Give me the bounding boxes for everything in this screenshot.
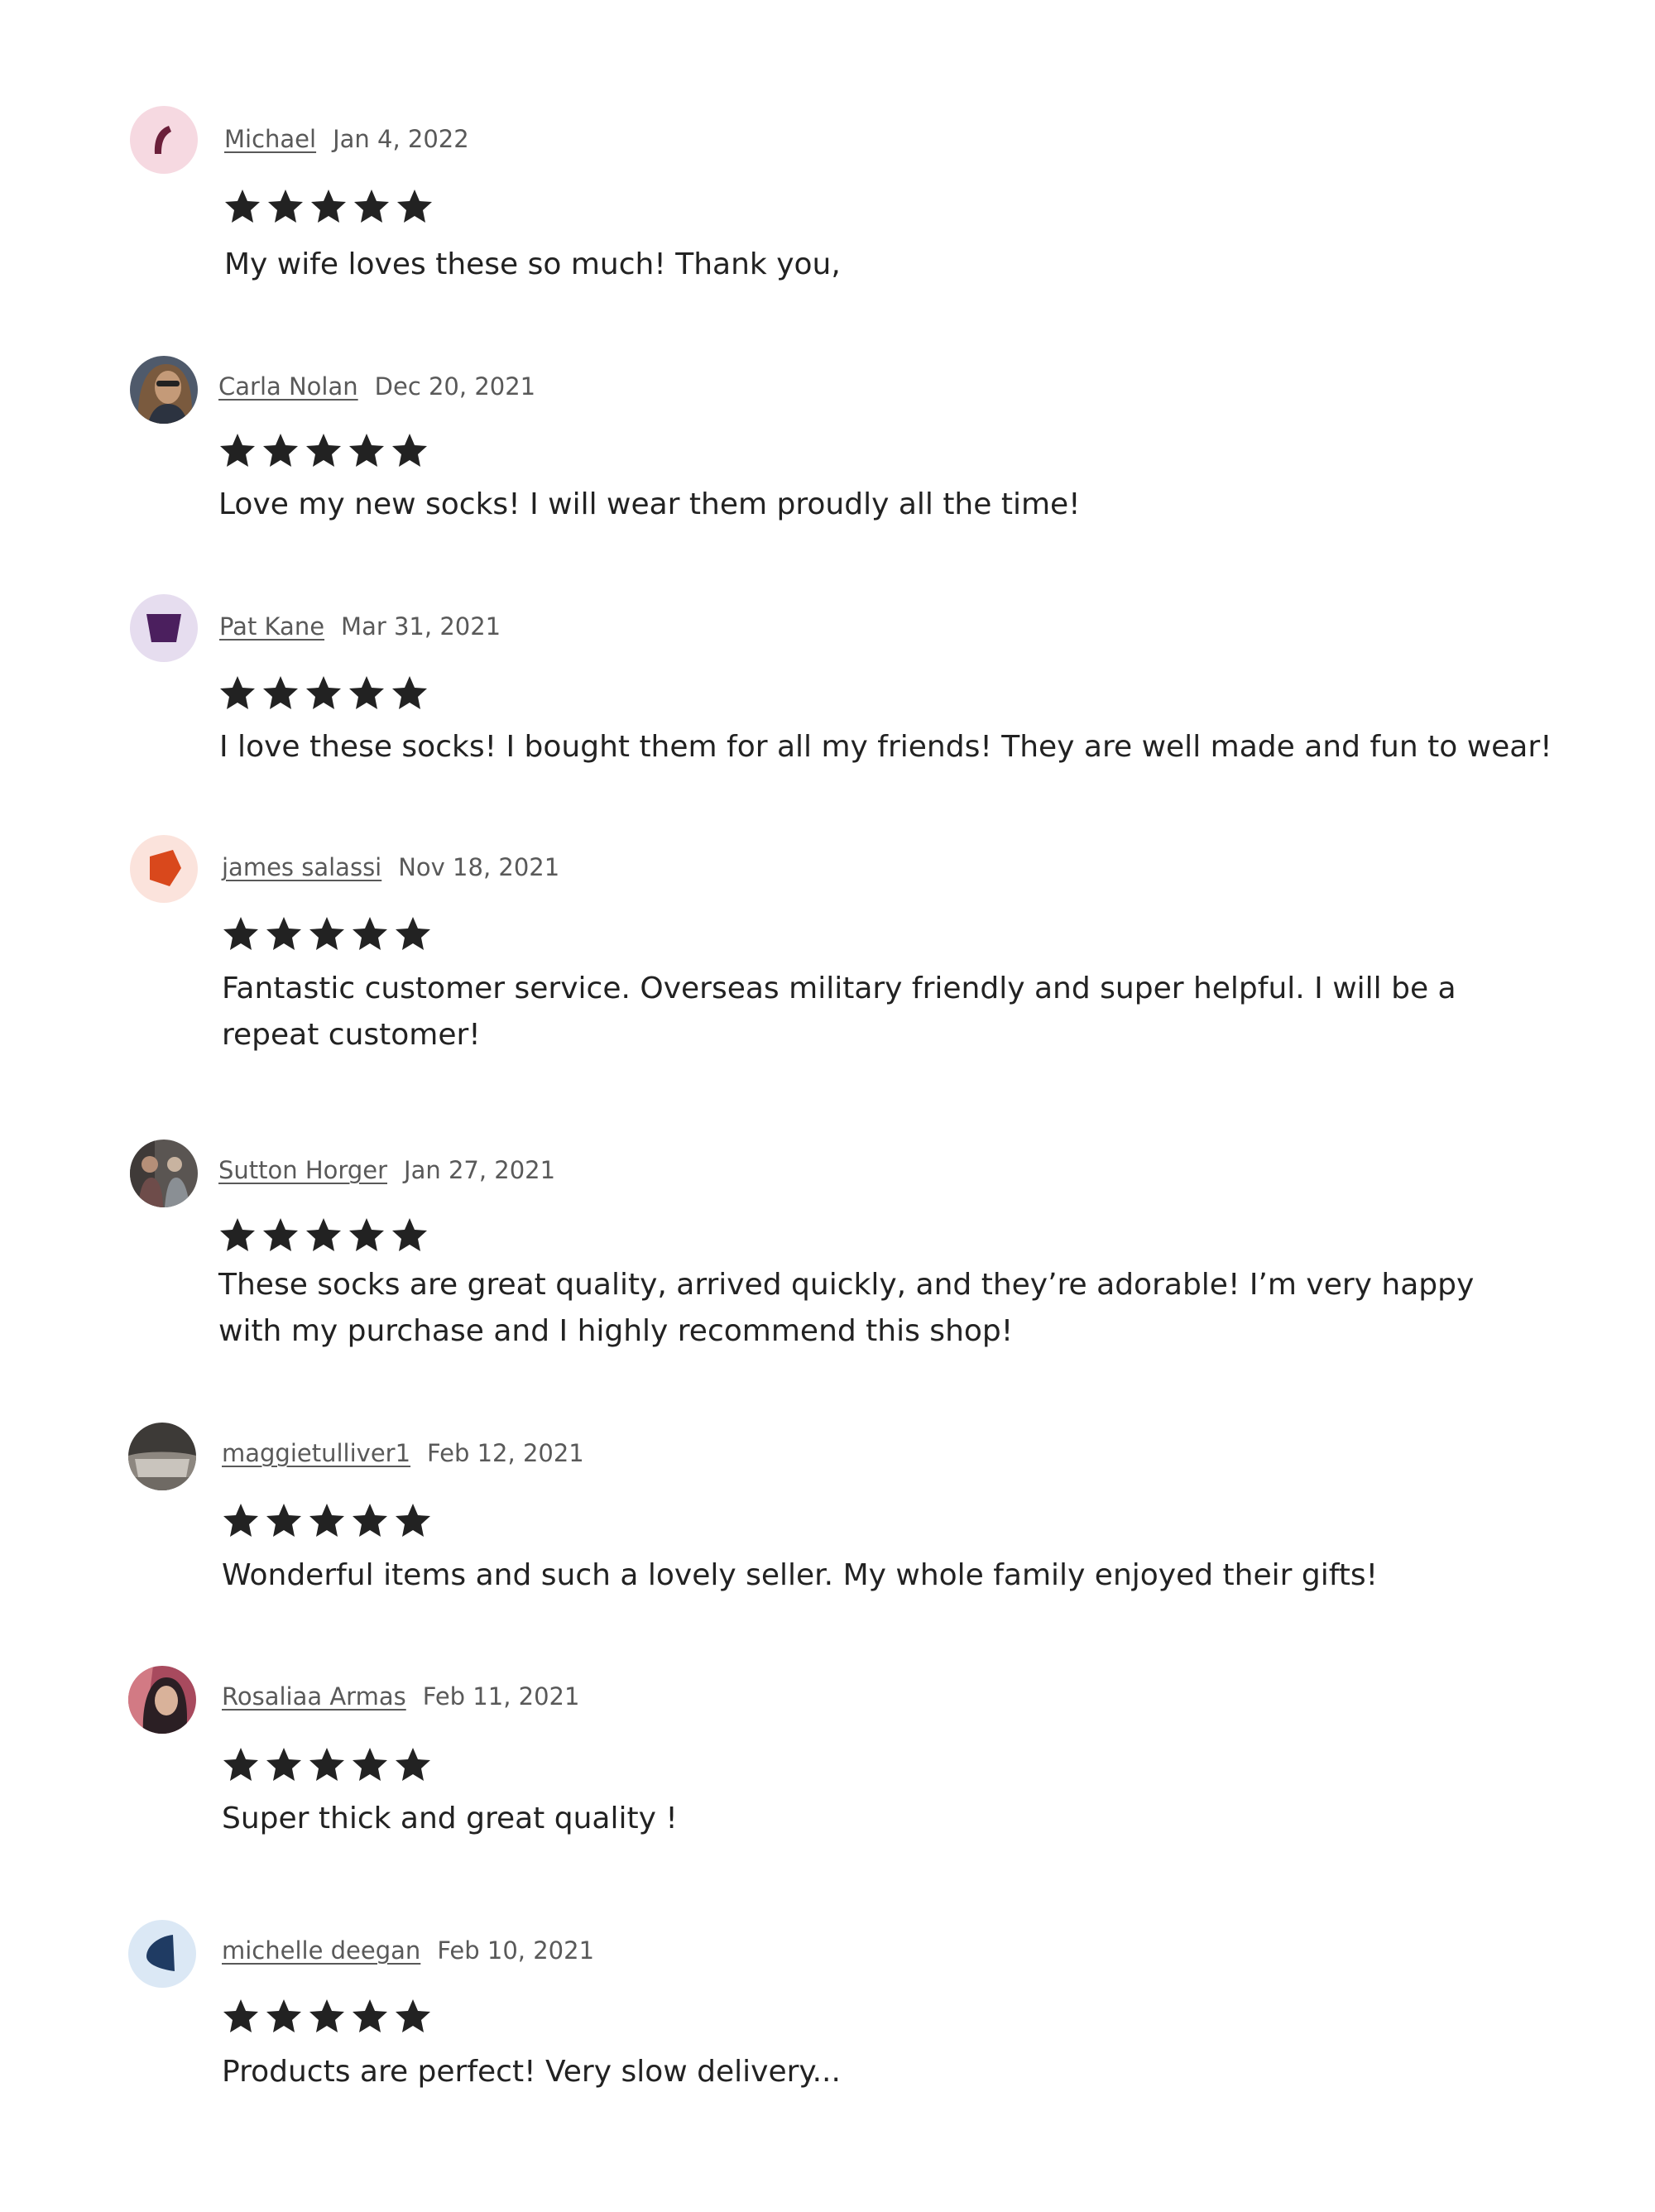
star-icon — [308, 1998, 346, 2036]
abstract-shape-avatar-icon — [130, 835, 198, 903]
star-rating — [222, 1998, 437, 2037]
star-icon — [222, 915, 260, 953]
star-icon — [308, 1746, 346, 1784]
user-photo-avatar — [130, 1140, 198, 1207]
star-icon — [394, 1998, 432, 2036]
review-date: Feb 10, 2021 — [437, 1936, 595, 1965]
star-icon — [222, 1998, 260, 2036]
star-icon — [305, 674, 343, 713]
review-date: Feb 11, 2021 — [422, 1682, 580, 1711]
star-icon — [351, 1998, 389, 2036]
star-icon — [265, 1746, 303, 1784]
star-icon — [391, 432, 429, 470]
star-icon — [266, 188, 305, 226]
abstract-shape-avatar-icon — [130, 594, 198, 662]
star-icon — [222, 1746, 260, 1784]
reviewer-avatar[interactable] — [130, 1140, 198, 1207]
star-icon — [218, 432, 257, 470]
star-icon — [261, 674, 300, 713]
abstract-shape-avatar-icon — [130, 106, 198, 174]
star-rating — [222, 915, 437, 955]
reviewer-avatar[interactable] — [130, 594, 198, 662]
review-date: Dec 20, 2021 — [374, 372, 536, 401]
review-date: Feb 12, 2021 — [427, 1439, 584, 1467]
star-icon — [391, 674, 429, 713]
reviewer-name-link[interactable]: maggietulliver1 — [222, 1439, 410, 1467]
star-icon — [394, 1502, 432, 1540]
reviewer-avatar[interactable] — [130, 106, 198, 174]
star-icon — [261, 1216, 300, 1255]
star-icon — [348, 432, 386, 470]
review-text: I love these socks! I bought them for al… — [219, 730, 1552, 764]
reviewer-name-link[interactable]: james salassi — [222, 853, 381, 881]
star-icon — [348, 1216, 386, 1255]
reviewer-avatar[interactable] — [128, 1423, 196, 1490]
abstract-shape-avatar-icon — [128, 1920, 196, 1988]
star-icon — [348, 674, 386, 713]
star-icon — [351, 915, 389, 953]
review-date: Nov 18, 2021 — [398, 853, 560, 881]
review-text: My wife loves these so much! Thank you, — [224, 247, 841, 281]
reviewer-avatar[interactable] — [128, 1920, 196, 1988]
review-text: Love my new socks! I will wear them prou… — [218, 487, 1081, 521]
review-text: Wonderful items and such a lovely seller… — [222, 1558, 1379, 1592]
reviewer-avatar[interactable] — [128, 1666, 196, 1734]
star-icon — [305, 1216, 343, 1255]
star-icon — [391, 1216, 429, 1255]
star-icon — [223, 188, 261, 226]
star-icon — [265, 915, 303, 953]
user-photo-avatar — [128, 1666, 196, 1734]
review-text: These socks are great quality, arrived q… — [218, 1268, 1475, 1348]
star-icon — [265, 1502, 303, 1540]
review-text: Super thick and great quality ! — [222, 1802, 678, 1835]
star-icon — [351, 1502, 389, 1540]
reviewer-name-link[interactable]: Sutton Horger — [218, 1156, 387, 1184]
star-icon — [218, 674, 257, 713]
star-icon — [261, 432, 300, 470]
reviewer-avatar[interactable] — [130, 835, 198, 903]
star-icon — [308, 915, 346, 953]
star-rating — [218, 432, 434, 472]
star-icon — [396, 188, 434, 226]
review-text: Fantastic customer service. Overseas mil… — [222, 972, 1456, 1052]
reviewer-name-link[interactable]: Pat Kane — [219, 612, 324, 641]
star-icon — [394, 915, 432, 953]
star-rating — [218, 674, 434, 714]
star-rating — [223, 188, 439, 228]
star-icon — [222, 1502, 260, 1540]
star-icon — [394, 1746, 432, 1784]
star-rating — [222, 1746, 437, 1786]
review-date: Jan 27, 2021 — [404, 1156, 556, 1184]
star-rating — [222, 1502, 437, 1542]
reviewer-name-link[interactable]: Rosaliaa Armas — [222, 1682, 406, 1711]
user-photo-avatar — [130, 356, 198, 424]
star-icon — [218, 1216, 257, 1255]
reviewer-name-link[interactable]: Michael — [224, 125, 316, 153]
review-date: Mar 31, 2021 — [341, 612, 501, 641]
star-rating — [218, 1216, 434, 1256]
reviewer-name-link[interactable]: Carla Nolan — [218, 372, 358, 401]
star-icon — [308, 1502, 346, 1540]
star-icon — [351, 1746, 389, 1784]
star-icon — [305, 432, 343, 470]
reviewer-avatar[interactable] — [130, 356, 198, 424]
review-text: Products are perfect! Very slow delivery… — [222, 2055, 841, 2089]
star-icon — [353, 188, 391, 226]
user-photo-avatar — [128, 1423, 196, 1490]
star-icon — [265, 1998, 303, 2036]
star-icon — [309, 188, 348, 226]
review-date: Jan 4, 2022 — [333, 125, 469, 153]
reviewer-name-link[interactable]: michelle deegan — [222, 1936, 420, 1965]
